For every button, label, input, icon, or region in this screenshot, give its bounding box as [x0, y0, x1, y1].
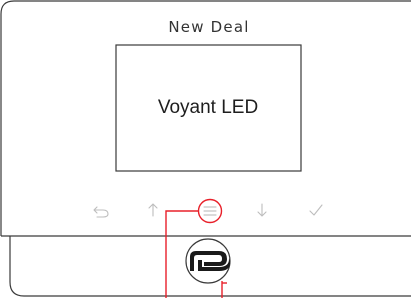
device-diagram: New Deal Voyant LED	[0, 0, 411, 298]
brand-title: New Deal	[168, 18, 249, 36]
checkmark-icon	[309, 204, 323, 216]
up-button[interactable]	[148, 203, 158, 217]
menu-button[interactable]	[197, 198, 223, 224]
nd-logo-button[interactable]	[185, 238, 231, 284]
down-arrow-icon	[257, 203, 267, 217]
confirm-button[interactable]	[309, 204, 323, 216]
device-front-panel: New Deal Voyant LED	[0, 0, 411, 298]
back-button[interactable]	[93, 206, 109, 218]
screen-label: Voyant LED	[158, 97, 258, 118]
down-button[interactable]	[257, 203, 267, 217]
back-arrow-icon	[93, 206, 109, 218]
menu-icon	[203, 206, 217, 216]
up-arrow-icon	[148, 203, 158, 217]
